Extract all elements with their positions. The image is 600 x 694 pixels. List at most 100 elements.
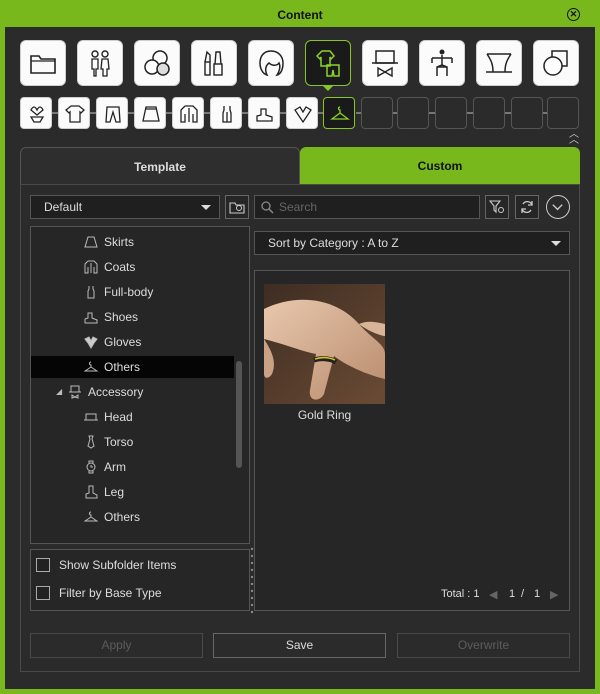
pants-icon (105, 106, 121, 123)
empty-slot-1[interactable] (361, 97, 393, 129)
prev-page-icon[interactable]: ◀ (489, 588, 497, 601)
current-page[interactable]: 1 (509, 588, 515, 600)
ring-on-hand-image (264, 284, 385, 404)
actor-button[interactable] (77, 40, 123, 86)
item-grid: Gold Ring Total : 1 ◀ 1 / 1 ▶ (254, 270, 570, 611)
search-box[interactable] (254, 195, 480, 219)
filter-base-checkbox[interactable] (36, 586, 50, 600)
tree-item-others-accessory[interactable]: Others (31, 506, 234, 528)
head-accessory-icon (84, 413, 98, 421)
material-balls-icon (144, 50, 170, 76)
refresh-button[interactable] (515, 195, 539, 219)
accessory-button[interactable] (362, 40, 408, 86)
empty-slot-3[interactable] (435, 97, 467, 129)
tree-item-head[interactable]: Head (31, 406, 234, 428)
tree-item-leg[interactable]: Leg (31, 481, 234, 503)
shirt-button[interactable] (58, 97, 90, 129)
apply-button[interactable]: Apply (30, 633, 203, 658)
sort-select[interactable]: Sort by Category : A to Z (254, 231, 570, 255)
stage-button[interactable] (476, 40, 522, 86)
coat-icon (84, 260, 98, 274)
empty-slot-2[interactable] (397, 97, 429, 129)
filter-base-label: Filter by Base Type (59, 586, 162, 600)
total-count: Total : 1 (441, 588, 480, 600)
bone-button[interactable] (419, 40, 465, 86)
search-input[interactable] (279, 198, 469, 216)
tree-item-shoes[interactable]: Shoes (31, 306, 234, 328)
item-label[interactable]: Gold Ring (264, 408, 385, 422)
makeup-icon (204, 50, 223, 76)
shoe-icon (84, 312, 98, 324)
coat-button[interactable] (172, 97, 204, 129)
chevron-down-icon (551, 241, 561, 246)
collapse-toolbar-icon[interactable]: ︿ ︿ (569, 130, 579, 146)
search-icon (261, 201, 274, 214)
shoe-button[interactable] (248, 97, 280, 129)
skirt-button[interactable] (134, 97, 166, 129)
empty-slot-4[interactable] (473, 97, 505, 129)
clothing-icon (315, 50, 340, 77)
hair-icon (259, 50, 284, 77)
others-button[interactable] (323, 97, 355, 129)
page-count: 1 (534, 588, 541, 600)
makeup-button[interactable] (191, 40, 237, 86)
pants-button[interactable] (96, 97, 128, 129)
leg-icon (85, 485, 98, 499)
browse-folder-button[interactable] (225, 195, 249, 219)
filter-settings-button[interactable] (485, 195, 509, 219)
tree-item-coats[interactable]: Coats (31, 256, 234, 278)
options-panel: Show Subfolder Items Filter by Base Type (30, 549, 250, 611)
sort-select-value: Sort by Category : A to Z (268, 236, 399, 250)
tree-item-fullbody[interactable]: Full-body (31, 281, 234, 303)
clothing-button[interactable] (305, 40, 351, 86)
tab-template[interactable]: Template (20, 147, 300, 185)
hanger-icon (84, 361, 98, 372)
folder-button[interactable] (20, 40, 66, 86)
expand-menu-button[interactable] (546, 195, 570, 219)
folder-select[interactable]: Default (30, 195, 220, 219)
tree-item-torso[interactable]: Torso (31, 431, 234, 453)
next-page-icon[interactable]: ▶ (550, 588, 558, 601)
accessory-icon (372, 50, 398, 78)
hanger-icon (84, 511, 98, 522)
tie-icon (87, 435, 95, 449)
tree-item-skirts[interactable]: Skirts (31, 231, 234, 253)
folder-tree: Skirts Coats Full-body Shoes Gloves Othe… (30, 226, 250, 544)
tree-scrollbar[interactable] (236, 361, 242, 468)
page-separator: / (521, 588, 525, 600)
watch-icon (86, 460, 96, 474)
skirt-icon (142, 106, 160, 122)
item-thumbnail[interactable] (264, 284, 385, 404)
tree-item-others-clothing[interactable]: Others (31, 356, 234, 378)
save-button[interactable]: Save (213, 633, 386, 658)
tab-custom[interactable]: Custom (300, 147, 580, 185)
material-button[interactable] (134, 40, 180, 86)
refresh-icon (521, 200, 533, 214)
bone-icon (431, 49, 453, 76)
title-bar: Content ✕ (0, 0, 600, 27)
shoe-icon (256, 108, 273, 122)
expand-arrow-icon[interactable]: ◢ (56, 381, 62, 403)
fullbody-button[interactable] (210, 97, 242, 129)
skirt-icon (84, 236, 98, 248)
gloves-icon (294, 106, 312, 124)
chevron-down-icon (201, 205, 211, 210)
actor-icon (91, 50, 110, 77)
hanger-icon (330, 106, 350, 120)
tree-item-arm[interactable]: Arm (31, 456, 234, 478)
gloves-button[interactable] (286, 97, 318, 129)
underwear-button[interactable] (20, 97, 52, 129)
show-subfolder-checkbox[interactable] (36, 558, 50, 572)
accessory-icon (69, 385, 81, 399)
folder-select-value: Default (44, 200, 83, 214)
tree-item-gloves[interactable]: Gloves (31, 331, 234, 353)
chevron-down-icon (552, 204, 563, 211)
tree-item-accessory[interactable]: ◢ Accessory (31, 381, 234, 403)
overwrite-button[interactable]: Overwrite (397, 633, 570, 658)
folder-search-icon (229, 202, 245, 214)
empty-slot-6[interactable] (547, 97, 579, 129)
close-icon[interactable]: ✕ (567, 8, 580, 21)
empty-slot-5[interactable] (511, 97, 543, 129)
shapes-button[interactable] (533, 40, 579, 86)
hair-button[interactable] (248, 40, 294, 86)
